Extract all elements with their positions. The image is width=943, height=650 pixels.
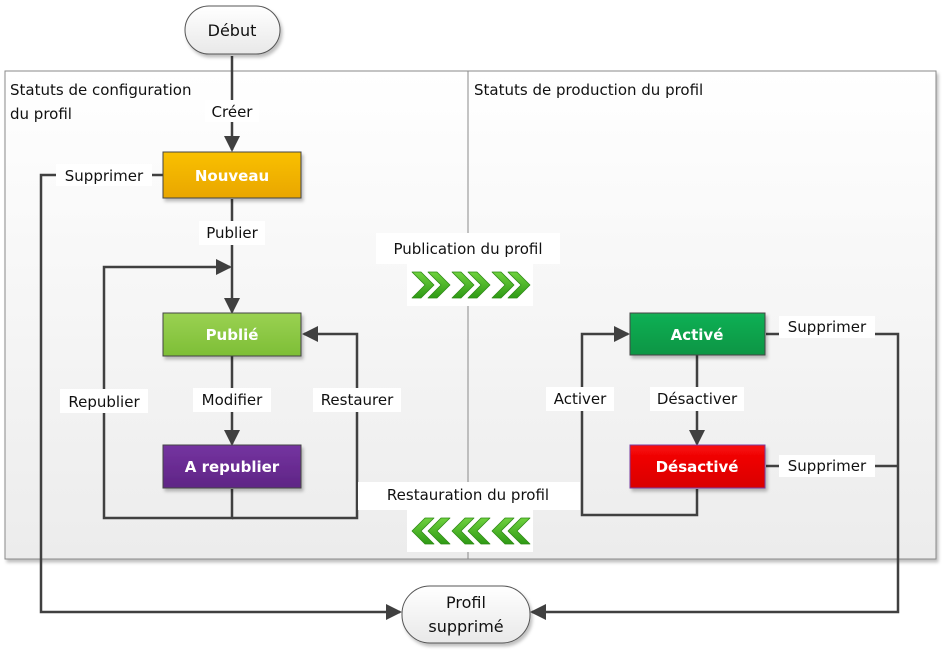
svg-text:Restaurer: Restaurer — [321, 391, 394, 409]
label-activer: Activer — [546, 387, 614, 411]
state-desactive-label: Désactivé — [656, 458, 739, 476]
svg-text:Supprimer: Supprimer — [65, 167, 144, 185]
end-terminal: Profil supprimé — [401, 585, 531, 644]
state-nouveau-label: Nouveau — [195, 167, 269, 185]
state-a-republier-label: A republier — [185, 458, 280, 476]
state-desactive: Désactivé — [629, 444, 766, 489]
start-terminal: Début — [184, 5, 281, 55]
state-nouveau: Nouveau — [162, 151, 302, 199]
label-republier: Republier — [60, 389, 148, 413]
state-active-label: Activé — [671, 326, 724, 344]
label-supprimer-nouveau: Supprimer — [56, 164, 152, 186]
label-creer: Créer — [205, 100, 259, 122]
lane-title-production: Statuts de production du profil — [474, 81, 703, 99]
end-terminal-label-line1: Profil — [446, 593, 486, 612]
lane-title-config: Statuts de configuration — [10, 81, 191, 99]
svg-text:Republier: Republier — [68, 393, 140, 411]
profile-lifecycle-diagram: Statuts de configuration du profil Statu… — [4, 5, 937, 644]
svg-text:Supprimer: Supprimer — [788, 318, 867, 336]
svg-text:Activer: Activer — [554, 390, 607, 408]
state-a-republier: A republier — [162, 444, 302, 489]
lane-title-config-line2: du profil — [10, 105, 72, 123]
label-supprimer-active: Supprimer — [779, 316, 875, 338]
state-publie-label: Publié — [206, 326, 259, 344]
label-modifier: Modifier — [193, 388, 271, 412]
phase-restauration-label: Restauration du profil — [387, 486, 549, 504]
svg-text:Créer: Créer — [212, 103, 254, 121]
end-terminal-label-line2: supprimé — [428, 617, 503, 636]
label-supprimer-desactive: Supprimer — [779, 455, 875, 477]
label-desactiver: Désactiver — [650, 387, 744, 411]
state-active: Activé — [629, 312, 766, 356]
svg-text:Publier: Publier — [206, 224, 258, 242]
label-publier: Publier — [199, 221, 265, 245]
phase-publication-label: Publication du profil — [393, 240, 542, 258]
state-publie: Publié — [162, 312, 302, 357]
svg-text:Supprimer: Supprimer — [788, 457, 867, 475]
label-restaurer: Restaurer — [313, 388, 401, 412]
svg-text:Désactiver: Désactiver — [657, 390, 738, 408]
svg-text:Modifier: Modifier — [202, 391, 263, 409]
start-terminal-label: Début — [208, 21, 257, 40]
